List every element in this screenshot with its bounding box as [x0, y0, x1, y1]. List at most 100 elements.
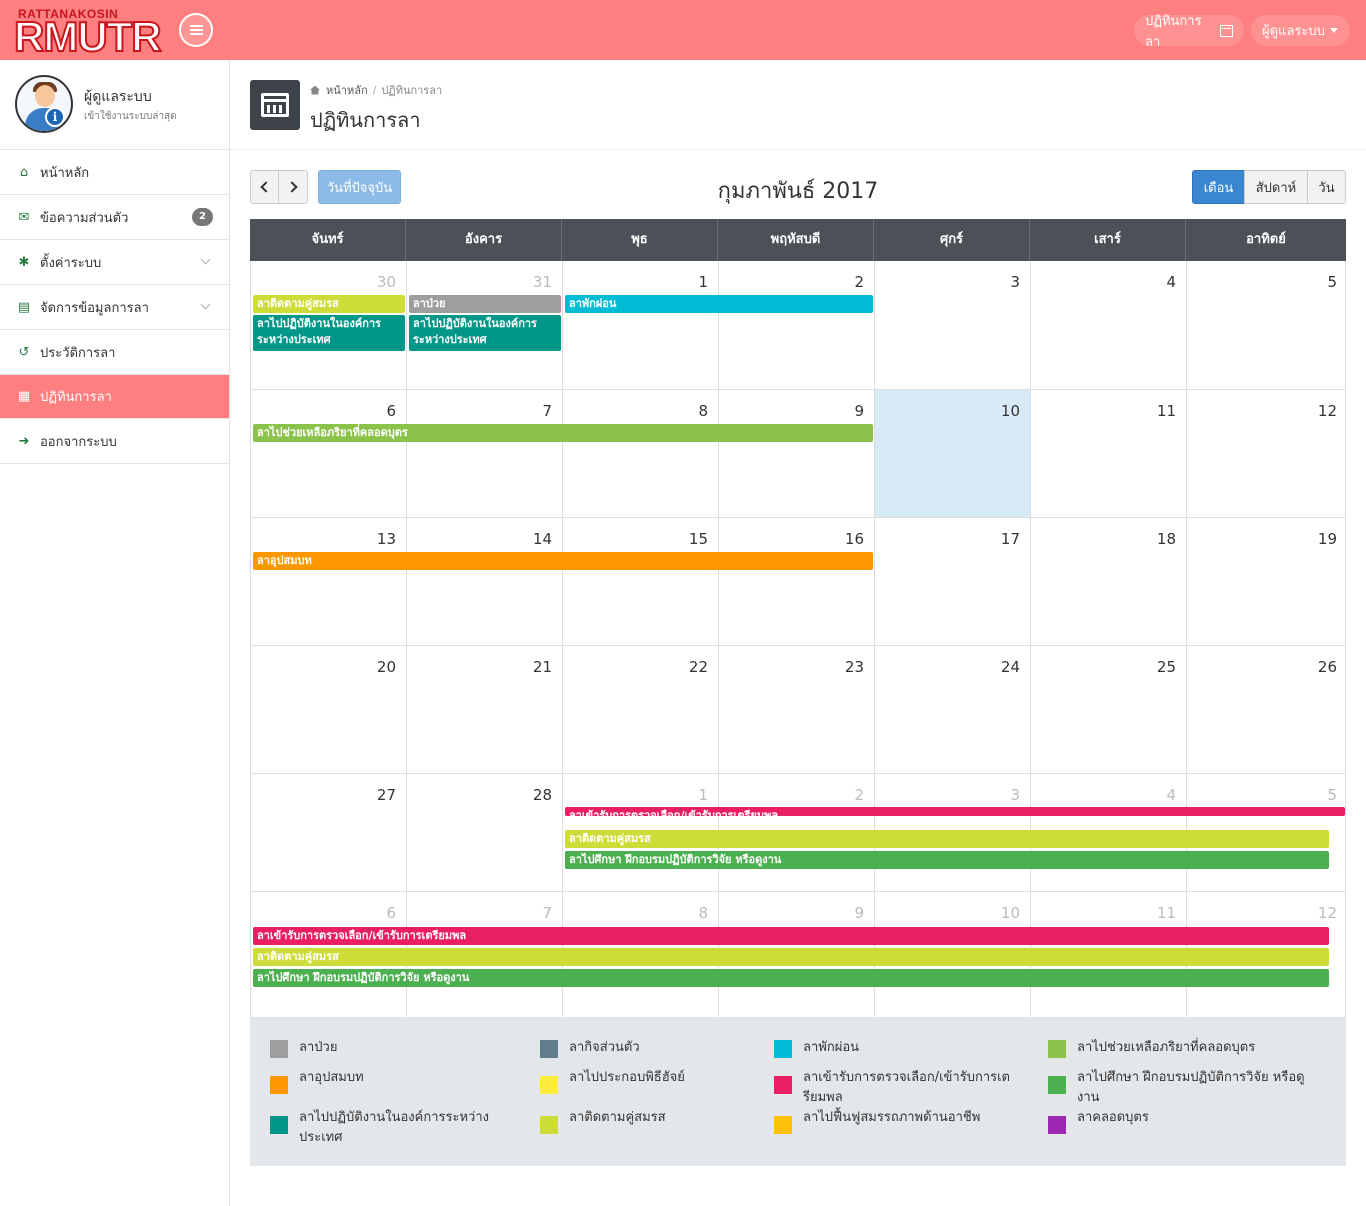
leave-event[interactable]: ลาติดตามคู่สมรส: [565, 830, 1329, 848]
day-number[interactable]: 5: [1327, 273, 1337, 291]
calendar-day-cell[interactable]: 18: [1031, 518, 1187, 645]
view-month-button[interactable]: เดือน: [1192, 170, 1245, 204]
day-number[interactable]: 30: [377, 273, 396, 291]
day-number[interactable]: 18: [1157, 530, 1176, 548]
day-number[interactable]: 11: [1157, 904, 1176, 922]
leave-event[interactable]: ลาไปศึกษา ฝึกอบรมปฏิบัติการวิจัย หรือดูง…: [253, 969, 1329, 987]
calendar-day-cell[interactable]: 26: [1187, 646, 1347, 773]
calendar-day-cell[interactable]: 25: [1031, 646, 1187, 773]
day-number[interactable]: 15: [689, 530, 708, 548]
day-number[interactable]: 4: [1166, 273, 1176, 291]
calendar-day-cell[interactable]: 27: [251, 774, 407, 891]
calendar-day-cell[interactable]: 9: [719, 390, 875, 517]
calendar-day-cell[interactable]: 13: [251, 518, 407, 645]
sidebar-item-1[interactable]: ✉ ข้อความส่วนตัว 2: [0, 195, 229, 240]
view-day-button[interactable]: วัน: [1307, 170, 1346, 204]
calendar-day-cell[interactable]: 3: [875, 261, 1031, 389]
top-calendar-link[interactable]: ปฏิทินการลา: [1134, 14, 1244, 50]
day-number[interactable]: 27: [377, 786, 396, 804]
leave-event[interactable]: ลาไปปฏิบัติงานในองค์การระหว่างประเทศ: [409, 315, 561, 351]
day-number[interactable]: 14: [533, 530, 552, 548]
calendar-day-cell[interactable]: 24: [875, 646, 1031, 773]
calendar-day-cell[interactable]: 15: [563, 518, 719, 645]
day-number[interactable]: 7: [542, 904, 552, 922]
day-number[interactable]: 21: [533, 658, 552, 676]
calendar-day-cell[interactable]: 28: [407, 774, 563, 891]
day-number[interactable]: 1: [698, 786, 708, 804]
calendar-day-cell[interactable]: 17: [875, 518, 1031, 645]
day-number[interactable]: 26: [1318, 658, 1337, 676]
avatar[interactable]: i: [15, 75, 73, 133]
day-number[interactable]: 24: [1001, 658, 1020, 676]
day-number[interactable]: 12: [1318, 402, 1337, 420]
today-button[interactable]: วันที่ปัจจุบัน: [318, 170, 401, 204]
day-number[interactable]: 20: [377, 658, 396, 676]
day-number[interactable]: 28: [533, 786, 552, 804]
sidebar-item-0[interactable]: ⌂ หน้าหลัก: [0, 150, 229, 195]
day-number[interactable]: 1: [698, 273, 708, 291]
leave-event[interactable]: ลาติดตามคู่สมรส: [253, 948, 1329, 966]
calendar-day-cell[interactable]: 5: [1187, 261, 1347, 389]
prev-month-button[interactable]: [250, 170, 279, 204]
day-number[interactable]: 6: [386, 402, 396, 420]
calendar-day-cell[interactable]: 6: [251, 390, 407, 517]
day-number[interactable]: 3: [1010, 786, 1020, 804]
leave-event[interactable]: ลาเข้ารับการตรวจเลือก/เข้ารับการเตรียมพล: [565, 807, 1345, 816]
leave-event[interactable]: ลาเข้ารับการตรวจเลือก/เข้ารับการเตรียมพล: [253, 927, 1329, 945]
breadcrumb-home[interactable]: หน้าหลัก: [326, 81, 368, 99]
rmutr-logo[interactable]: RATTANAKOSIN RMUTR: [13, 7, 168, 60]
day-number[interactable]: 23: [845, 658, 864, 676]
day-number[interactable]: 13: [377, 530, 396, 548]
day-number[interactable]: 10: [1001, 402, 1020, 420]
day-number[interactable]: 11: [1157, 402, 1176, 420]
day-number[interactable]: 9: [854, 402, 864, 420]
leave-event[interactable]: ลาไปช่วยเหลือภริยาที่คลอดบุตร: [253, 424, 873, 442]
day-number[interactable]: 4: [1166, 786, 1176, 804]
leave-event[interactable]: ลาติดตามคู่สมรส: [253, 295, 405, 313]
day-number[interactable]: 19: [1318, 530, 1337, 548]
calendar-day-cell[interactable]: 20: [251, 646, 407, 773]
day-number[interactable]: 25: [1157, 658, 1176, 676]
day-number[interactable]: 17: [1001, 530, 1020, 548]
leave-event[interactable]: ลาป่วย: [409, 295, 561, 313]
calendar-day-cell[interactable]: 12: [1187, 390, 1347, 517]
leave-event[interactable]: ลาไปศึกษา ฝึกอบรมปฏิบัติการวิจัย หรือดูง…: [565, 851, 1329, 869]
day-number[interactable]: 7: [542, 402, 552, 420]
calendar-day-cell[interactable]: 14: [407, 518, 563, 645]
sidebar-item-5[interactable]: ▦ ปฏิทินการลา: [0, 375, 229, 419]
calendar-day-cell[interactable]: 4: [1031, 261, 1187, 389]
day-number[interactable]: 3: [1010, 273, 1020, 291]
user-menu-dropdown[interactable]: ผู้ดูแลระบบ: [1251, 15, 1350, 46]
calendar-day-cell[interactable]: 22: [563, 646, 719, 773]
day-number[interactable]: 9: [854, 904, 864, 922]
sidebar-item-3[interactable]: ▤ จัดการข้อมูลการลา: [0, 285, 229, 330]
calendar-day-cell[interactable]: 2: [719, 261, 875, 389]
next-month-button[interactable]: [278, 170, 308, 204]
calendar-day-cell[interactable]: 7: [407, 390, 563, 517]
day-number[interactable]: 22: [689, 658, 708, 676]
calendar-day-cell[interactable]: 16: [719, 518, 875, 645]
day-number[interactable]: 16: [845, 530, 864, 548]
calendar-day-cell[interactable]: 21: [407, 646, 563, 773]
day-number[interactable]: 6: [386, 904, 396, 922]
day-number[interactable]: 10: [1001, 904, 1020, 922]
day-number[interactable]: 8: [698, 904, 708, 922]
day-number[interactable]: 2: [854, 786, 864, 804]
calendar-day-cell[interactable]: 1: [563, 261, 719, 389]
sidebar-item-4[interactable]: ↺ ประวัติการลา: [0, 330, 229, 375]
calendar-day-cell[interactable]: 11: [1031, 390, 1187, 517]
day-number[interactable]: 5: [1327, 786, 1337, 804]
sidebar-item-6[interactable]: ➜ ออกจากระบบ: [0, 419, 229, 464]
menu-toggle-button[interactable]: [179, 13, 213, 47]
day-number[interactable]: 31: [533, 273, 552, 291]
leave-event[interactable]: ลาไปปฏิบัติงานในองค์การระหว่างประเทศ: [253, 315, 405, 351]
day-number[interactable]: 8: [698, 402, 708, 420]
calendar-day-cell[interactable]: 8: [563, 390, 719, 517]
calendar-day-cell-today[interactable]: 10: [875, 390, 1031, 517]
sidebar-item-2[interactable]: ✱ ตั้งค่าระบบ: [0, 240, 229, 285]
day-number[interactable]: 2: [854, 273, 864, 291]
day-number[interactable]: 12: [1318, 904, 1337, 922]
view-week-button[interactable]: สัปดาห์: [1244, 170, 1308, 204]
home-icon[interactable]: [310, 85, 320, 95]
leave-event[interactable]: ลาอุปสมบท: [253, 552, 873, 570]
